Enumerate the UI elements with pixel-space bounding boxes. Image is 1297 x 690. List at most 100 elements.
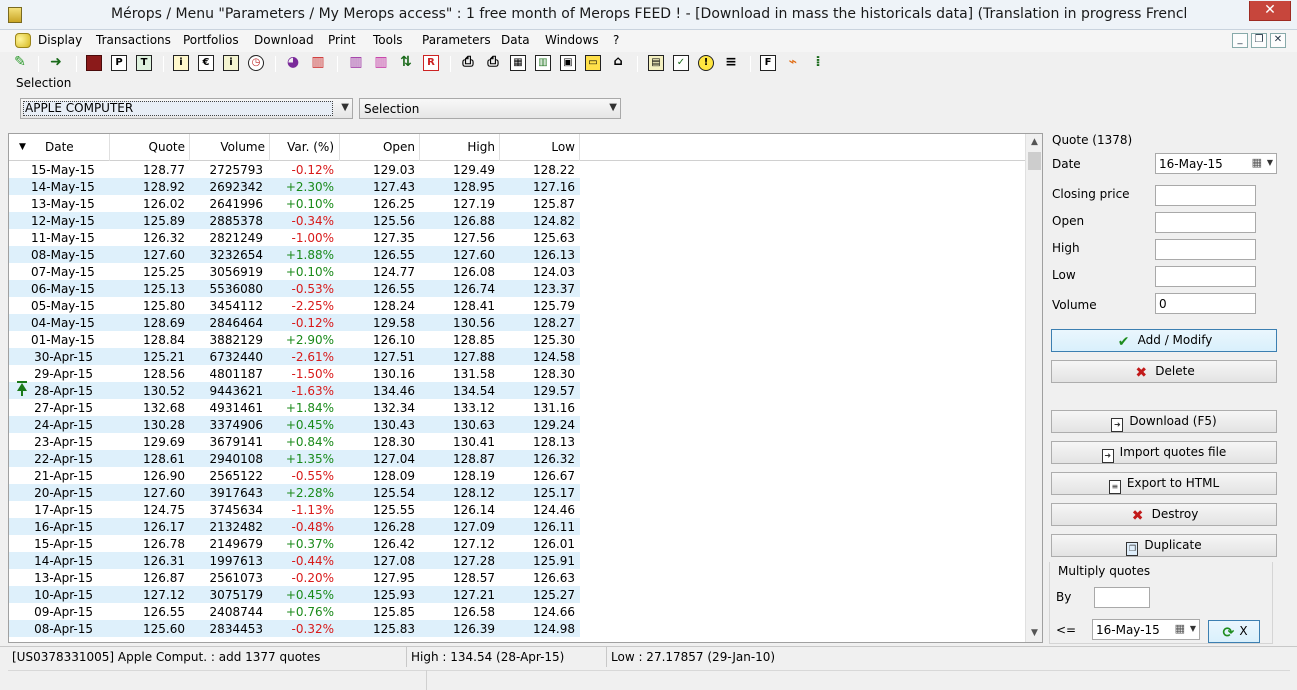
r-icon[interactable]: R	[423, 55, 439, 71]
mdi-restore-button[interactable]: ❐	[1251, 33, 1267, 48]
table-row[interactable]: 14-Apr-15 126.31 1997613 -0.44% 127.08 127.28…	[9, 552, 580, 569]
columns-icon[interactable]: ▥	[535, 55, 551, 71]
book-icon[interactable]	[86, 55, 102, 71]
table-row[interactable]: 10-Apr-15 127.12 3075179 +0.45% 125.93 127.21…	[9, 586, 580, 603]
menu-transactions[interactable]: Transactions	[96, 33, 171, 47]
t-icon[interactable]: T	[136, 55, 152, 71]
wand-icon[interactable]: ✎	[12, 55, 28, 71]
destroy-button[interactable]: ✖ Destroy	[1051, 503, 1277, 526]
clock-icon[interactable]: ◷	[248, 55, 264, 71]
menu-display[interactable]: Display	[38, 33, 82, 47]
closing-price-field[interactable]	[1155, 185, 1256, 206]
table-row[interactable]: 12-May-15 125.89 2885378 -0.34% 125.56 126.88…	[9, 212, 580, 229]
menu-tools[interactable]: Tools	[373, 33, 403, 47]
table-row[interactable]: 20-Apr-15 127.60 3917643 +2.28% 125.54 128.12…	[9, 484, 580, 501]
checklist-icon[interactable]: ✓	[673, 55, 689, 71]
selection-select[interactable]: Selection ▼	[359, 98, 621, 119]
column-header-high[interactable]: High	[419, 140, 495, 154]
mdi-minimize-button[interactable]: _	[1232, 33, 1248, 48]
table-row[interactable]: 22-Apr-15 128.61 2940108 +1.35% 127.04 128.87…	[9, 450, 580, 467]
dots-icon[interactable]: ⁞	[810, 55, 826, 71]
table-row[interactable]: 15-May-15 128.77 2725793 -0.12% 129.03 129.49…	[9, 161, 580, 178]
go-arrow-icon[interactable]: ➜	[48, 55, 64, 71]
chevron-down-icon[interactable]: ▼	[1267, 158, 1273, 167]
table-row[interactable]: 24-Apr-15 130.28 3374906 +0.45% 130.43 130.63…	[9, 416, 580, 433]
calendar-icon[interactable]: ▦	[1252, 156, 1262, 169]
scroll-thumb[interactable]	[1028, 152, 1041, 170]
menu-data[interactable]: Data	[501, 33, 530, 47]
table-row[interactable]: 13-May-15 126.02 2641996 +0.10% 126.25 127.19…	[9, 195, 580, 212]
delete-button[interactable]: ✖ Delete	[1051, 360, 1277, 383]
menu-print[interactable]: Print	[328, 33, 356, 47]
date-picker[interactable]: 16-May-15 ▦ ▼	[1155, 153, 1277, 174]
table-row[interactable]: 07-May-15 125.25 3056919 +0.10% 124.77 126.08…	[9, 263, 580, 280]
scroll-up-icon[interactable]: ▲	[1026, 134, 1043, 151]
table-row[interactable]: 06-May-15 125.13 5536080 -0.53% 126.55 126.74…	[9, 280, 580, 297]
table-row[interactable]: 28-Apr-15 130.52 9443621 -1.63% 134.46 134.54…	[9, 381, 580, 399]
table-row[interactable]: 27-Apr-15 132.68 4931461 +1.84% 132.34 133.12…	[9, 399, 580, 416]
table-row[interactable]: 15-Apr-15 126.78 2149679 +0.37% 126.42 127.12…	[9, 535, 580, 552]
scroll-down-icon[interactable]: ▼	[1026, 625, 1043, 642]
quotes-table[interactable]: ▼ Date Quote Volume Var. (%) Open High L…	[8, 133, 1043, 643]
warning-icon[interactable]: !	[698, 55, 714, 71]
table-row[interactable]: 08-May-15 127.60 3232654 +1.88% 126.55 127.60…	[9, 246, 580, 263]
table-scrollbar[interactable]: ▲ ▼	[1025, 134, 1042, 642]
menu-help[interactable]: ?	[613, 33, 619, 47]
table-row[interactable]: 11-May-15 126.32 2821249 -1.00% 127.35 127.56…	[9, 229, 580, 246]
table-row[interactable]: 23-Apr-15 129.69 3679141 +0.84% 128.30 130.41…	[9, 433, 580, 450]
list-icon[interactable]: ≡	[723, 55, 739, 71]
table-row[interactable]: 08-Apr-15 125.60 2834453 -0.32% 125.83 126.39…	[9, 620, 580, 637]
table-row[interactable]: 16-Apr-15 126.17 2132482 -0.48% 126.28 127.09…	[9, 518, 580, 535]
menu-windows[interactable]: Windows	[545, 33, 599, 47]
print-preview-icon[interactable]: ⎙	[485, 55, 501, 71]
calendar-icon[interactable]: ▦	[1175, 622, 1185, 635]
table-row[interactable]: 09-Apr-15 126.55 2408744 +0.76% 125.85 126.58…	[9, 603, 580, 620]
up-down-icon[interactable]: ⇅	[398, 55, 414, 71]
column-header-open[interactable]: Open	[339, 140, 415, 154]
stock-select[interactable]: APPLE COMPUTER ▼	[20, 98, 353, 119]
high-field[interactable]	[1155, 239, 1256, 260]
euro-icon[interactable]: €	[198, 55, 214, 71]
info-icon[interactable]: i	[173, 55, 189, 71]
multiply-by-field[interactable]	[1094, 587, 1150, 608]
close-window-button[interactable]: ✕	[1249, 1, 1291, 21]
mdi-child-icon[interactable]	[15, 33, 31, 48]
table-row[interactable]: 14-May-15 128.92 2692342 +2.30% 127.43 128.95…	[9, 178, 580, 195]
p-icon[interactable]: P	[111, 55, 127, 71]
menu-download[interactable]: Download	[254, 33, 314, 47]
table-row[interactable]: 17-Apr-15 124.75 3745634 -1.13% 125.55 126.14…	[9, 501, 580, 518]
table-row[interactable]: 21-Apr-15 126.90 2565122 -0.55% 128.09 128.19…	[9, 467, 580, 484]
image-icon[interactable]: ▣	[560, 55, 576, 71]
table-row[interactable]: 01-May-15 128.84 3882129 +2.90% 126.10 128.85…	[9, 331, 580, 348]
multiply-date-picker[interactable]: 16-May-15 ▦ ▼	[1092, 619, 1200, 640]
print-icon[interactable]: ⎙	[460, 55, 476, 71]
candle-chart-2-icon[interactable]: ▥	[373, 55, 389, 71]
open-field[interactable]	[1155, 212, 1256, 233]
volume-field[interactable]: 0	[1155, 293, 1256, 314]
menu-parameters[interactable]: Parameters	[422, 33, 491, 47]
table-row[interactable]: 13-Apr-15 126.87 2561073 -0.20% 127.95 128.57…	[9, 569, 580, 586]
f-icon[interactable]: F	[760, 55, 776, 71]
column-header-quote[interactable]: Quote	[109, 140, 185, 154]
export-html-button[interactable]: ≡ Export to HTML	[1051, 472, 1277, 495]
calculator-icon[interactable]: ▤	[648, 55, 664, 71]
info-doc-icon[interactable]: i	[223, 55, 239, 71]
import-quotes-button[interactable]: ➜ Import quotes file	[1051, 441, 1277, 464]
rss-icon[interactable]: ⌁	[785, 55, 801, 71]
candle-chart-icon[interactable]: ▥	[348, 55, 364, 71]
mdi-close-button[interactable]: ✕	[1270, 33, 1286, 48]
low-field[interactable]	[1155, 266, 1256, 287]
chevron-down-icon[interactable]: ▼	[1190, 624, 1196, 633]
table-row[interactable]: 30-Apr-15 125.21 6732440 -2.61% 127.51 127.88…	[9, 348, 580, 365]
tray-icon[interactable]: ⌂	[610, 55, 626, 71]
download-button[interactable]: ➜ Download (F5)	[1051, 410, 1277, 433]
sort-desc-icon[interactable]: ▼	[19, 142, 26, 152]
table-row[interactable]: 05-May-15 125.80 3454112 -2.25% 128.24 128.41…	[9, 297, 580, 314]
column-header-date[interactable]: Date	[39, 140, 101, 154]
app-icon[interactable]	[8, 7, 22, 23]
column-header-var[interactable]: Var. (%)	[269, 140, 334, 154]
table-row[interactable]: 29-Apr-15 128.56 4801187 -1.50% 130.16 131.58…	[9, 365, 580, 382]
apply-multiply-button[interactable]: ⟳ X	[1208, 620, 1260, 643]
table-icon[interactable]: ▦	[510, 55, 526, 71]
battery-icon[interactable]: ▭	[585, 55, 601, 71]
